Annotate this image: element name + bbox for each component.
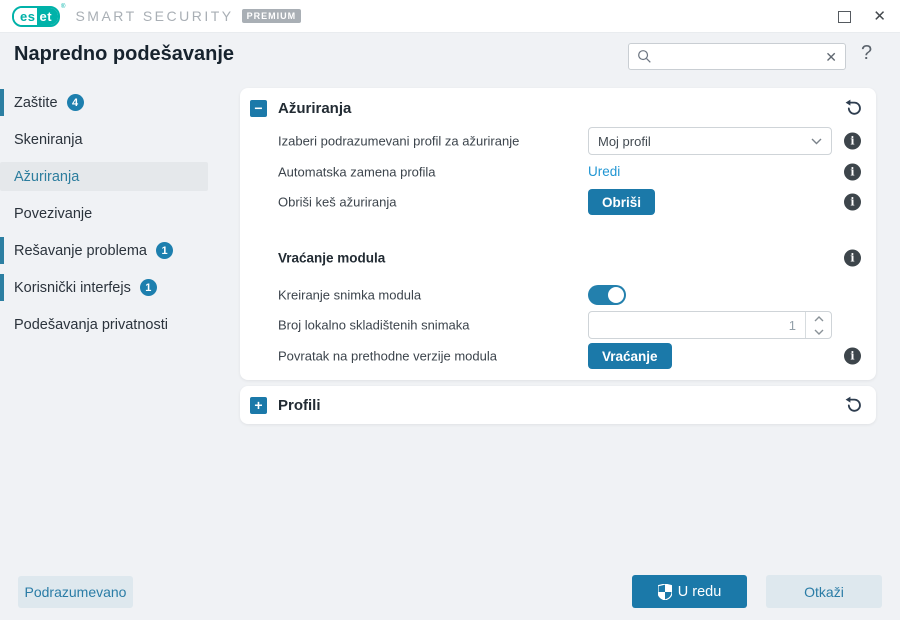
sidebar-item-label: Povezivanje: [14, 206, 92, 222]
info-icon[interactable]: i: [844, 133, 861, 150]
profiles-settings-card: + Profili: [240, 386, 876, 424]
revert-to-default-icon[interactable]: [844, 99, 862, 117]
sidebar-item-skeniranja[interactable]: Skeniranja: [0, 125, 230, 154]
toggle-knob: [608, 287, 624, 303]
search-input[interactable]: [658, 49, 825, 64]
module-snapshot-row: Kreiranje snimka modula: [240, 281, 876, 309]
rollback-button[interactable]: Vraćanje: [588, 343, 672, 369]
close-button[interactable]: ✕: [873, 9, 886, 24]
count-badge: 4: [67, 94, 84, 111]
maximize-button[interactable]: [838, 11, 851, 23]
row-label: Broj lokalno skladištenih snimaka: [278, 318, 469, 333]
row-label: Kreiranje snimka modula: [278, 288, 421, 303]
eset-logo-mark: es et: [12, 6, 60, 27]
stepper-buttons: [805, 312, 831, 338]
registered-mark: ®: [61, 4, 65, 10]
profile-dropdown[interactable]: Moj profil: [588, 127, 832, 155]
sidebar-item-povezivanje[interactable]: Povezivanje: [0, 199, 230, 228]
help-icon[interactable]: ?: [861, 42, 872, 65]
clear-cache-button[interactable]: Obriši: [588, 189, 655, 215]
attention-indicator: [0, 89, 4, 116]
section-title: Ažuriranja: [278, 100, 351, 117]
sidebar-item-label: Skeniranja: [14, 132, 83, 148]
ok-button[interactable]: U redu: [632, 575, 747, 608]
row-label: Obriši keš ažuriranja: [278, 195, 397, 210]
titlebar: es et ® SMART SECURITY PREMIUM ✕: [0, 0, 900, 33]
stepper-down-icon[interactable]: [806, 325, 831, 338]
header: Napredno podešavanje ✕ ?: [0, 33, 900, 82]
eset-logo-left: es: [14, 8, 37, 25]
search-box[interactable]: ✕: [628, 43, 846, 70]
section-title: Profili: [278, 397, 321, 414]
updates-section-header: − Ažuriranja: [240, 94, 876, 122]
sidebar-item-zastite[interactable]: Zaštite 4: [0, 88, 230, 117]
expand-icon[interactable]: +: [250, 397, 267, 414]
updates-settings-card: − Ažuriranja Izaberi podrazumevani profi…: [240, 88, 876, 380]
auto-profile-switch-row: Automatska zamena profila Uredi i: [240, 158, 876, 186]
sidebar-item-label: Ažuriranja: [14, 169, 79, 185]
sidebar-item-korisnicki-interfejs[interactable]: Korisnički interfejs 1: [0, 273, 230, 302]
profiles-section-header: + Profili: [240, 391, 876, 419]
ok-button-label: U redu: [678, 584, 722, 600]
advanced-setup-window: es et ® SMART SECURITY PREMIUM ✕ Napredn…: [0, 0, 900, 620]
stepper-up-icon[interactable]: [806, 312, 831, 325]
page-title: Napredno podešavanje: [14, 43, 234, 66]
collapse-icon[interactable]: −: [250, 100, 267, 117]
attention-indicator: [0, 274, 4, 301]
sidebar-item-label: Korisnički interfejs: [14, 280, 131, 296]
sidebar-item-label: Podešavanja privatnosti: [14, 317, 168, 333]
search-icon: [637, 49, 652, 64]
info-icon[interactable]: i: [844, 164, 861, 181]
snapshot-count-row: Broj lokalno skladištenih snimaka: [240, 311, 876, 339]
info-icon[interactable]: i: [844, 194, 861, 211]
uac-shield-icon: [658, 584, 672, 600]
search-clear-icon[interactable]: ✕: [825, 50, 837, 64]
module-rollback-group-header: Vraćanje modula i: [240, 244, 876, 272]
sidebar-item-azuriranja[interactable]: Ažuriranja: [0, 162, 208, 191]
chevron-down-icon: [811, 138, 822, 145]
group-title: Vraćanje modula: [278, 251, 385, 266]
eset-logo: es et ®: [12, 6, 65, 27]
eset-logo-right: et: [37, 8, 58, 25]
sidebar-item-label: Rešavanje problema: [14, 243, 147, 259]
default-profile-row: Izaberi podrazumevani profil za ažuriran…: [240, 127, 876, 155]
product-name: SMART SECURITY: [75, 8, 233, 24]
cancel-button[interactable]: Otkaži: [766, 575, 882, 608]
attention-indicator: [0, 237, 4, 264]
row-label: Izaberi podrazumevani profil za ažuriran…: [278, 134, 519, 149]
revert-to-default-icon[interactable]: [844, 396, 862, 414]
row-label: Povratak na prethodne verzije modula: [278, 349, 497, 364]
premium-badge: PREMIUM: [242, 9, 302, 23]
info-icon[interactable]: i: [844, 348, 861, 365]
sidebar-item-resavanje-problema[interactable]: Rešavanje problema 1: [0, 236, 230, 265]
sidebar-item-label: Zaštite: [14, 95, 58, 111]
default-button[interactable]: Podrazumevano: [18, 576, 133, 608]
sidebar-item-podesavanja-privatnosti[interactable]: Podešavanja privatnosti: [0, 310, 230, 339]
snapshot-toggle[interactable]: [588, 285, 626, 305]
row-label: Automatska zamena profila: [278, 165, 436, 180]
count-badge: 1: [140, 279, 157, 296]
edit-link[interactable]: Uredi: [588, 164, 620, 179]
module-rollback-row: Povratak na prethodne verzije modula Vra…: [240, 342, 876, 370]
snapshot-count-stepper: [588, 311, 832, 339]
clear-update-cache-row: Obriši keš ažuriranja Obriši i: [240, 188, 876, 216]
info-icon[interactable]: i: [844, 250, 861, 267]
window-controls: ✕: [838, 0, 886, 33]
sidebar: Zaštite 4 Skeniranja Ažuriranja Poveziva…: [0, 88, 230, 347]
count-badge: 1: [156, 242, 173, 259]
snapshot-count-input[interactable]: [589, 312, 805, 338]
dropdown-value: Moj profil: [598, 134, 811, 149]
